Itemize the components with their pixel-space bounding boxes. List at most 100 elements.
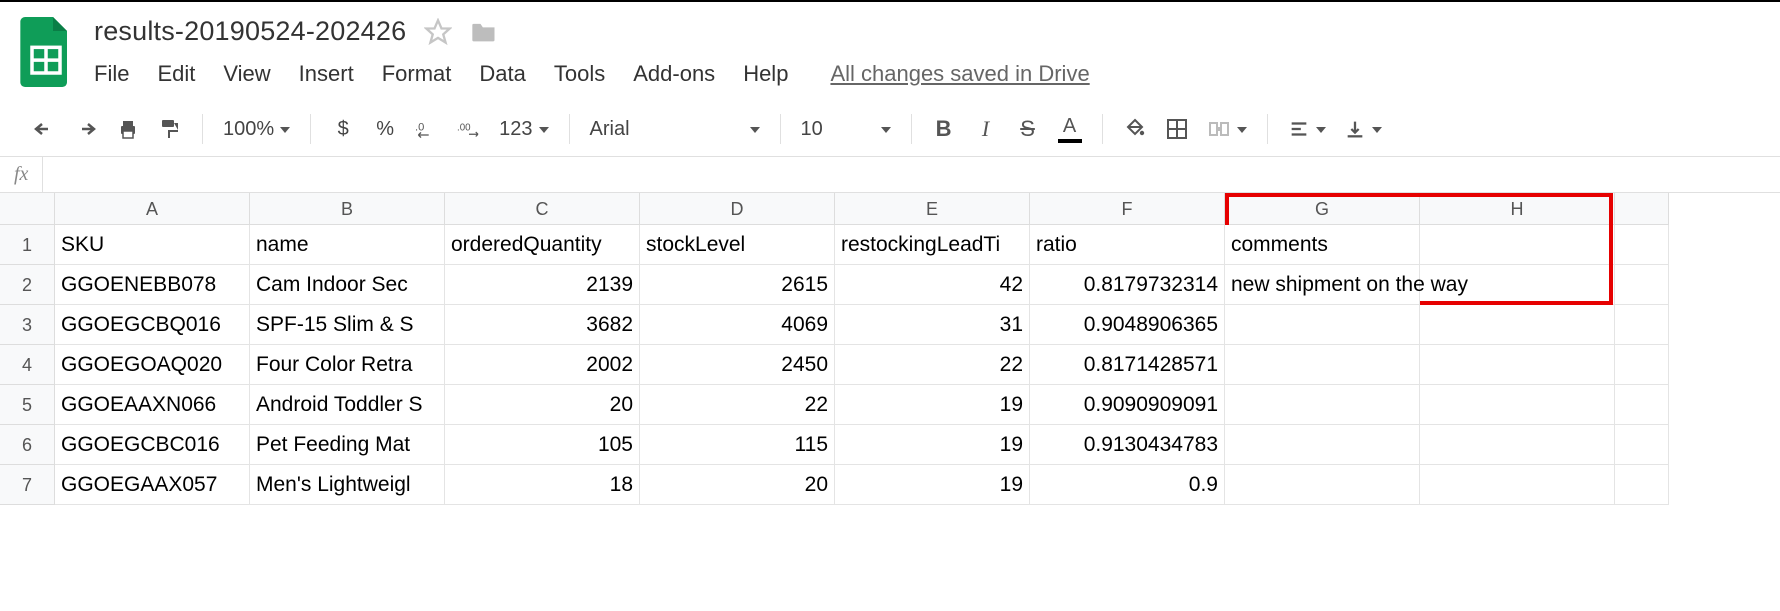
column-header[interactable]: B xyxy=(250,193,445,225)
cell[interactable]: Cam Indoor Sec xyxy=(250,265,445,305)
more-formats-dropdown[interactable]: 123 xyxy=(499,118,548,141)
cell[interactable]: new shipment on the way xyxy=(1225,265,1420,305)
cell[interactable]: restockingLeadTi xyxy=(835,225,1030,265)
cell[interactable] xyxy=(1225,385,1420,425)
menu-edit[interactable]: Edit xyxy=(157,61,195,87)
cell[interactable]: 20 xyxy=(640,465,835,505)
cell[interactable]: ratio xyxy=(1030,225,1225,265)
menu-tools[interactable]: Tools xyxy=(554,61,605,87)
cell[interactable]: 20 xyxy=(445,385,640,425)
cell[interactable] xyxy=(1225,305,1420,345)
cell[interactable] xyxy=(1420,345,1615,385)
spreadsheet-grid[interactable]: ABCDEFGH 1SKUnameorderedQuantitystockLev… xyxy=(0,193,1780,505)
cell[interactable]: Android Toddler S xyxy=(250,385,445,425)
strikethrough-button[interactable]: S xyxy=(1016,115,1040,143)
cell[interactable]: orderedQuantity xyxy=(445,225,640,265)
bold-button[interactable]: B xyxy=(932,115,956,143)
menu-insert[interactable]: Insert xyxy=(299,61,354,87)
cell[interactable] xyxy=(1615,385,1669,425)
cell[interactable]: Men's Lightweigl xyxy=(250,465,445,505)
decrease-decimal-button[interactable]: .0 xyxy=(415,115,439,143)
cell[interactable] xyxy=(1615,225,1669,265)
cell[interactable]: GGOEGOAQ020 xyxy=(55,345,250,385)
cell[interactable]: comments xyxy=(1225,225,1420,265)
fill-color-button[interactable] xyxy=(1123,115,1147,143)
cell[interactable]: GGOEAAXN066 xyxy=(55,385,250,425)
column-header[interactable]: A xyxy=(55,193,250,225)
cell[interactable]: SKU xyxy=(55,225,250,265)
print-icon[interactable] xyxy=(116,115,140,143)
cell[interactable]: GGOENEBB078 xyxy=(55,265,250,305)
cell[interactable]: 19 xyxy=(835,385,1030,425)
font-name-dropdown[interactable]: Arial xyxy=(590,118,760,141)
percent-format-button[interactable]: % xyxy=(373,115,397,143)
saved-in-drive-note[interactable]: All changes saved in Drive xyxy=(830,61,1089,87)
column-header[interactable]: D xyxy=(640,193,835,225)
cell[interactable]: SPF-15 Slim & S xyxy=(250,305,445,345)
row-header[interactable]: 2 xyxy=(0,265,55,305)
cell[interactable]: 115 xyxy=(640,425,835,465)
cell[interactable]: 2615 xyxy=(640,265,835,305)
document-title[interactable]: results-20190524-202426 xyxy=(94,16,406,47)
cell[interactable]: GGOEGCBC016 xyxy=(55,425,250,465)
redo-icon[interactable] xyxy=(74,115,98,143)
cell[interactable]: 0.9 xyxy=(1030,465,1225,505)
menu-view[interactable]: View xyxy=(223,61,270,87)
currency-format-button[interactable]: $ xyxy=(331,115,355,143)
cell[interactable] xyxy=(1225,345,1420,385)
cell[interactable]: 2002 xyxy=(445,345,640,385)
cell[interactable] xyxy=(1420,225,1615,265)
cell[interactable]: 0.8171428571 xyxy=(1030,345,1225,385)
row-header[interactable]: 6 xyxy=(0,425,55,465)
cell[interactable]: 2139 xyxy=(445,265,640,305)
cell[interactable]: GGOEGAAX057 xyxy=(55,465,250,505)
cell[interactable]: 0.9048906365 xyxy=(1030,305,1225,345)
cell[interactable] xyxy=(1615,305,1669,345)
row-header[interactable]: 4 xyxy=(0,345,55,385)
zoom-dropdown[interactable]: 100% xyxy=(223,118,290,141)
cell[interactable] xyxy=(1615,465,1669,505)
column-header[interactable]: H xyxy=(1420,193,1615,225)
cell[interactable]: 0.9130434783 xyxy=(1030,425,1225,465)
cell[interactable] xyxy=(1615,265,1669,305)
cell[interactable]: 19 xyxy=(835,465,1030,505)
star-icon[interactable] xyxy=(424,18,452,46)
menu-format[interactable]: Format xyxy=(382,61,452,87)
vertical-align-dropdown[interactable] xyxy=(1344,118,1382,140)
sheets-logo[interactable] xyxy=(18,14,74,90)
row-header[interactable]: 1 xyxy=(0,225,55,265)
row-header[interactable]: 7 xyxy=(0,465,55,505)
menu-addons[interactable]: Add-ons xyxy=(633,61,715,87)
cell[interactable]: GGOEGCBQ016 xyxy=(55,305,250,345)
row-header[interactable]: 5 xyxy=(0,385,55,425)
cell[interactable]: 22 xyxy=(835,345,1030,385)
cell[interactable]: 42 xyxy=(835,265,1030,305)
merge-cells-dropdown[interactable] xyxy=(1207,117,1247,141)
cell[interactable]: stockLevel xyxy=(640,225,835,265)
increase-decimal-button[interactable]: .00 xyxy=(457,115,481,143)
font-size-dropdown[interactable]: 10 xyxy=(801,118,891,141)
cell[interactable]: 0.8179732314 xyxy=(1030,265,1225,305)
cell[interactable]: Pet Feeding Mat xyxy=(250,425,445,465)
cell[interactable]: 0.9090909091 xyxy=(1030,385,1225,425)
column-header[interactable]: G xyxy=(1225,193,1420,225)
move-folder-icon[interactable] xyxy=(470,18,498,46)
cell[interactable]: 19 xyxy=(835,425,1030,465)
italic-button[interactable]: I xyxy=(974,115,998,143)
row-header[interactable]: 3 xyxy=(0,305,55,345)
horizontal-align-dropdown[interactable] xyxy=(1288,118,1326,140)
cell[interactable]: 4069 xyxy=(640,305,835,345)
cell[interactable] xyxy=(1420,305,1615,345)
formula-input[interactable] xyxy=(43,157,1780,192)
cell[interactable] xyxy=(1615,345,1669,385)
cell[interactable] xyxy=(1420,465,1615,505)
paint-format-icon[interactable] xyxy=(158,115,182,143)
cell[interactable] xyxy=(1225,465,1420,505)
cell[interactable]: name xyxy=(250,225,445,265)
cell[interactable] xyxy=(1615,425,1669,465)
cell[interactable]: 2450 xyxy=(640,345,835,385)
text-color-button[interactable]: A xyxy=(1058,115,1082,143)
menu-data[interactable]: Data xyxy=(479,61,525,87)
cell[interactable] xyxy=(1225,425,1420,465)
cell[interactable] xyxy=(1420,385,1615,425)
